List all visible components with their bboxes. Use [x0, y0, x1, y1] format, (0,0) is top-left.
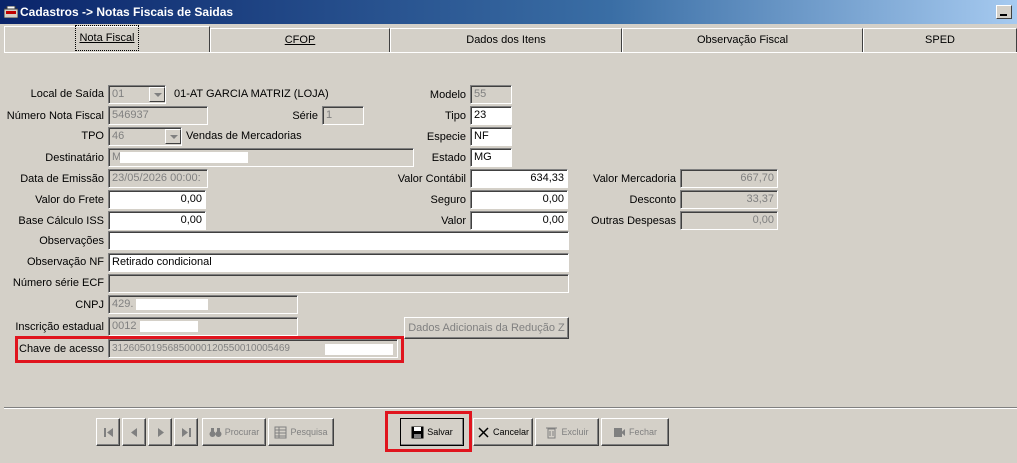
- cancelar-label: Cancelar: [492, 427, 530, 437]
- observacoes-field[interactable]: [108, 231, 569, 250]
- outras-despesas-label: Outras Despesas: [591, 215, 676, 227]
- tab-dados-itens[interactable]: Dados dos Itens: [390, 28, 622, 52]
- valor-mercadoria-field[interactable]: 667,70: [680, 169, 778, 188]
- chave-acesso-label: Chave de acesso: [19, 343, 104, 355]
- redaction-mask: [120, 152, 248, 163]
- window-title: Cadastros -> Notas Fiscais de Saidas: [20, 5, 234, 19]
- cnpj-label: CNPJ: [75, 299, 104, 311]
- binoculars-icon: [209, 427, 222, 437]
- tab-label: Dados dos Itens: [466, 34, 546, 46]
- valor-field[interactable]: 0,00: [470, 211, 568, 230]
- salvar-button[interactable]: Salvar: [400, 418, 464, 446]
- previous-record-icon: [130, 427, 137, 437]
- procurar-label: Procurar: [224, 427, 260, 437]
- valor-contabil-label: Valor Contábil: [397, 173, 466, 185]
- tab-label: SPED: [925, 34, 955, 46]
- base-iss-label: Base Cálculo ISS: [18, 215, 104, 227]
- fechar-label: Fechar: [628, 427, 657, 437]
- pesquisa-button[interactable]: Pesquisa: [268, 418, 334, 446]
- valor-label: Valor: [441, 215, 466, 227]
- trash-icon: [546, 427, 558, 438]
- tab-label: CFOP: [284, 34, 316, 46]
- last-record-icon: [181, 427, 191, 437]
- minimize-button[interactable]: [996, 5, 1012, 19]
- tipo-field[interactable]: 23: [470, 106, 512, 125]
- desconto-label: Desconto: [629, 194, 676, 206]
- local-saida-description: 01-AT GARCIA MATRIZ (LOJA): [174, 88, 329, 100]
- desconto-field[interactable]: 33,37: [680, 190, 778, 209]
- exit-door-icon: [613, 427, 625, 437]
- estado-label: Estado: [431, 152, 466, 164]
- observacao-nf-label: Observação NF: [26, 256, 104, 268]
- dados-adicionais-reducao-z-button[interactable]: Dados Adicionais da Redução Z: [404, 317, 569, 339]
- pesquisa-label: Pesquisa: [290, 427, 328, 437]
- redaction-mask: [325, 344, 393, 355]
- data-emissao-field[interactable]: 23/05/2026 00:00:: [108, 169, 208, 188]
- local-saida-label: Local de Saída: [30, 88, 104, 100]
- tab-nota-fiscal[interactable]: Nota Fiscal: [4, 25, 210, 53]
- inscricao-estadual-label: Inscrição estadual: [15, 321, 104, 333]
- tab-label: Nota Fiscal: [75, 25, 139, 51]
- valor-mercadoria-label: Valor Mercadoria: [593, 173, 676, 185]
- excluir-label: Excluir: [561, 427, 589, 437]
- redaction-mask: [136, 299, 208, 310]
- tab-label: Observação Fiscal: [696, 34, 789, 46]
- minimize-icon: [1000, 14, 1007, 16]
- observacoes-label: Observações: [39, 235, 104, 247]
- previous-record-button[interactable]: [122, 418, 146, 446]
- next-record-icon: [157, 427, 164, 437]
- numero-nf-field[interactable]: 546937: [108, 106, 208, 125]
- first-record-button[interactable]: [96, 418, 120, 446]
- estado-field[interactable]: MG: [470, 148, 512, 167]
- numero-nf-label: Número Nota Fiscal: [6, 110, 104, 122]
- excluir-button[interactable]: Excluir: [535, 418, 599, 446]
- destinatario-label: Destinatário: [45, 152, 104, 164]
- seguro-field[interactable]: 0,00: [470, 190, 568, 209]
- procurar-button[interactable]: Procurar: [202, 418, 266, 446]
- tipo-label: Tipo: [445, 110, 466, 122]
- seguro-label: Seguro: [430, 194, 466, 206]
- tab-observacao-fiscal[interactable]: Observação Fiscal: [622, 28, 863, 52]
- tpo-description: Vendas de Mercadorias: [186, 130, 302, 142]
- cancelar-button[interactable]: Cancelar: [473, 418, 533, 446]
- redaction-mask: [140, 321, 198, 332]
- serie-label: Série: [292, 110, 318, 122]
- valor-contabil-field[interactable]: 634,33: [470, 169, 568, 188]
- panel-separator: [4, 407, 1017, 409]
- tab-sped[interactable]: SPED: [863, 28, 1017, 52]
- observacao-nf-field[interactable]: Retirado condicional: [108, 253, 569, 272]
- modelo-field[interactable]: 55: [470, 85, 512, 104]
- especie-label: Especie: [426, 131, 466, 143]
- tab-cfop[interactable]: CFOP: [210, 28, 390, 52]
- app-icon: [4, 6, 18, 18]
- first-record-icon: [103, 427, 113, 437]
- valor-frete-field[interactable]: 0,00: [108, 190, 206, 209]
- base-iss-field[interactable]: 0,00: [108, 211, 206, 230]
- tpo-dropdown-button[interactable]: [165, 129, 181, 144]
- numero-serie-ecf-field[interactable]: [108, 274, 569, 293]
- salvar-label: Salvar: [427, 427, 453, 437]
- cancel-x-icon: [478, 426, 489, 438]
- floppy-disk-icon: [411, 426, 424, 438]
- grid-icon: [274, 426, 287, 438]
- tpo-label: TPO: [81, 130, 104, 142]
- valor-frete-label: Valor do Frete: [35, 194, 104, 206]
- outras-despesas-field[interactable]: 0,00: [680, 211, 778, 230]
- modelo-label: Modelo: [429, 89, 466, 101]
- data-emissao-label: Data de Emissão: [20, 173, 104, 185]
- especie-field[interactable]: NF: [470, 127, 512, 146]
- last-record-button[interactable]: [174, 418, 198, 446]
- inscricao-estadual-field[interactable]: 0012: [108, 317, 298, 336]
- tab-divider: [4, 52, 1017, 53]
- fechar-button[interactable]: Fechar: [601, 418, 669, 446]
- next-record-button[interactable]: [148, 418, 172, 446]
- serie-field[interactable]: 1: [322, 106, 364, 125]
- local-saida-dropdown-button[interactable]: [149, 87, 165, 102]
- numero-serie-ecf-label: Número série ECF: [12, 277, 104, 289]
